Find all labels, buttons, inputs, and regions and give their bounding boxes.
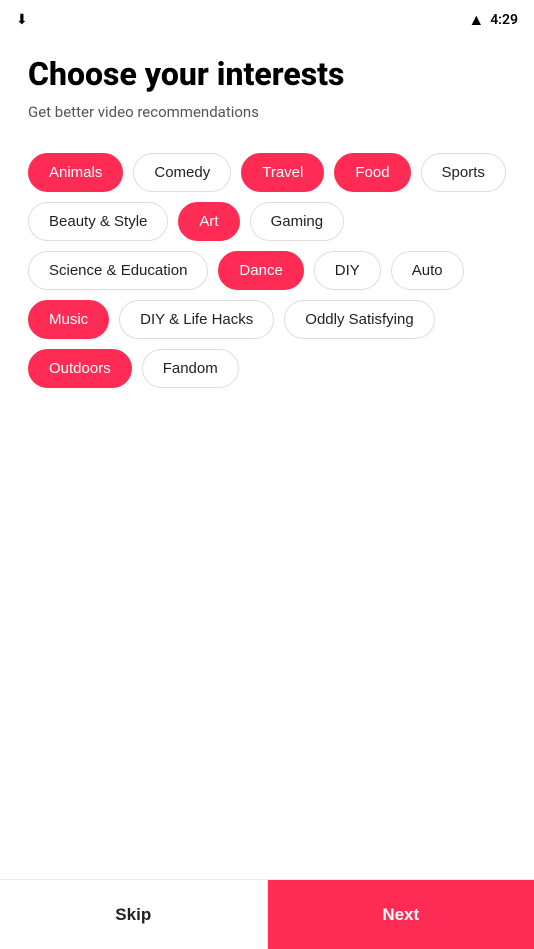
download-icon: ⬇ bbox=[16, 12, 28, 28]
tag-fandom[interactable]: Fandom bbox=[142, 349, 239, 388]
tag-science-education[interactable]: Science & Education bbox=[28, 251, 208, 290]
tag-food[interactable]: Food bbox=[334, 153, 410, 192]
tag-sports[interactable]: Sports bbox=[421, 153, 506, 192]
status-bar: ⬇ ▲ 4:29 bbox=[0, 0, 534, 36]
tag-auto[interactable]: Auto bbox=[391, 251, 464, 290]
page-title: Choose your interests bbox=[28, 56, 506, 93]
tag-outdoors[interactable]: Outdoors bbox=[28, 349, 132, 388]
main-content: Choose your interests Get better video r… bbox=[0, 36, 534, 508]
tag-comedy[interactable]: Comedy bbox=[133, 153, 231, 192]
tag-animals[interactable]: Animals bbox=[28, 153, 123, 192]
tag-gaming[interactable]: Gaming bbox=[250, 202, 345, 241]
wifi-icon: ▲ bbox=[468, 10, 484, 30]
tag-diy-life-hacks[interactable]: DIY & Life Hacks bbox=[119, 300, 274, 339]
skip-button[interactable]: Skip bbox=[0, 880, 268, 949]
tag-music[interactable]: Music bbox=[28, 300, 109, 339]
page-subtitle: Get better video recommendations bbox=[28, 103, 506, 121]
tag-oddly-satisfying[interactable]: Oddly Satisfying bbox=[284, 300, 434, 339]
tags-container: Animals Comedy Travel Food Sports Beauty & St… bbox=[28, 153, 506, 388]
tag-travel[interactable]: Travel bbox=[241, 153, 324, 192]
next-button[interactable]: Next bbox=[268, 880, 534, 949]
status-time: 4:29 bbox=[490, 12, 518, 28]
bottom-bar: Skip Next bbox=[0, 879, 534, 949]
tag-dance[interactable]: Dance bbox=[218, 251, 303, 290]
tag-diy[interactable]: DIY bbox=[314, 251, 381, 290]
tag-art[interactable]: Art bbox=[178, 202, 239, 241]
tag-beauty-style[interactable]: Beauty & Style bbox=[28, 202, 168, 241]
